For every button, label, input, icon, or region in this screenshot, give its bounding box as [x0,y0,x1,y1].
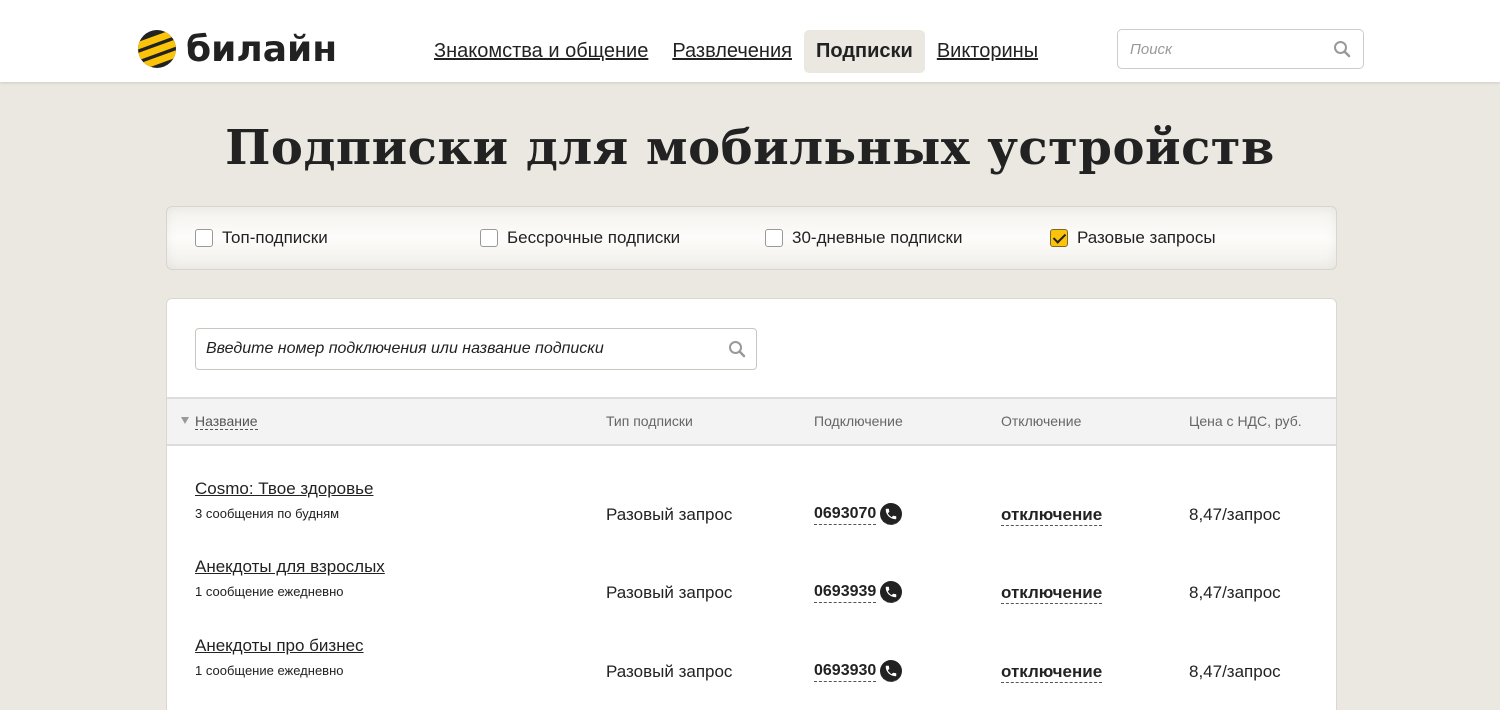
subscription-name-link[interactable]: Анекдоты для взрослых [195,557,385,577]
page-title: Подписки для мобильных устройств [225,120,1275,176]
nav-item-subscriptions[interactable]: Подписки [803,30,925,73]
subscription-description: 1 сообщение ежедневно [195,584,344,599]
subscription-description: 1 сообщение ежедневно [195,663,344,678]
table-row: Cosmo: Твое здоровье 3 сообщения по будн… [167,479,1336,558]
beeline-logo-icon [138,30,176,68]
subscription-search-placeholder: Введите номер подключения или название п… [206,340,604,357]
nav-item-dating[interactable]: Знакомства и общение [422,30,660,73]
phone-icon[interactable] [880,660,903,682]
phone-icon[interactable] [880,581,903,603]
column-name[interactable]: Название [195,413,258,430]
filter-unlimited-checkbox[interactable] [480,229,498,247]
connect-number[interactable]: 0693939 [814,581,903,603]
subscription-price: 8,47/запрос [1189,505,1281,524]
filter-top-checkbox[interactable] [195,229,213,247]
filter-unlimited[interactable]: Бессрочные подписки [480,228,680,248]
search-icon[interactable] [728,340,746,358]
column-disconnect: Отключение [1001,413,1082,429]
filter-one-time-label: Разовые запросы [1077,228,1216,247]
table-header: Название Тип подписки Подключение Отключ… [167,397,1336,446]
connect-number-text: 0693070 [814,504,877,525]
connect-number[interactable]: 0693070 [814,503,903,525]
subscription-type: Разовый запрос [606,662,733,681]
column-price: Цена с НДС, руб. [1189,413,1302,429]
phone-icon[interactable] [880,503,903,525]
filter-30-day[interactable]: 30-дневные подписки [765,228,963,248]
beeline-logo[interactable]: билайн [138,28,337,70]
subscription-price: 8,47/запрос [1189,662,1281,681]
table-row: Анекдоты для взрослых 1 сообщение ежедне… [167,557,1336,636]
disconnect-link[interactable]: отключение [1001,662,1103,683]
connect-number-text: 0693930 [814,661,877,682]
site-search-input[interactable]: Поиск [1117,29,1364,69]
subscription-price: 8,47/запрос [1189,583,1281,602]
subscription-type: Разовый запрос [606,505,733,524]
filter-30-day-label: 30-дневные подписки [792,228,963,247]
nav-item-quizzes[interactable]: Викторины [925,30,1050,73]
site-search-placeholder: Поиск [1130,40,1173,58]
nav-item-entertainment[interactable]: Развлечения [660,30,804,73]
filter-unlimited-label: Бессрочные подписки [507,228,681,247]
filter-top[interactable]: Топ-подписки [195,228,328,248]
column-connect: Подключение [814,413,903,429]
subscription-type: Разовый запрос [606,583,733,602]
subscription-name-link[interactable]: Cosmo: Твое здоровье [195,479,373,499]
main-nav: Знакомства и общение Развлечения Подписк… [422,30,1050,73]
disconnect-link[interactable]: отключение [1001,583,1103,604]
sort-desc-icon [181,417,189,424]
subscription-filters: Топ-подписки Бессрочные подписки 30-днев… [166,206,1337,270]
filter-one-time-checkbox[interactable] [1050,229,1068,247]
subscription-name-link[interactable]: Анекдоты про бизнес [195,636,364,656]
filter-30-day-checkbox[interactable] [765,229,783,247]
logo-text: билайн [186,28,338,70]
subscriptions-panel: Введите номер подключения или название п… [166,298,1337,710]
filter-top-label: Топ-подписки [222,228,328,247]
search-icon[interactable] [1333,40,1351,58]
table-row: Анекдоты про бизнес 1 сообщение ежедневн… [167,636,1336,710]
disconnect-link[interactable]: отключение [1001,505,1103,526]
connect-number[interactable]: 0693930 [814,660,903,682]
connect-number-text: 0693939 [814,582,877,603]
subscription-description: 3 сообщения по будням [195,506,340,521]
column-type: Тип подписки [606,413,693,429]
subscription-search-input[interactable]: Введите номер подключения или название п… [195,328,757,370]
filter-one-time[interactable]: Разовые запросы [1050,228,1216,248]
top-bar: билайн Знакомства и общение Развлечения … [0,0,1500,82]
